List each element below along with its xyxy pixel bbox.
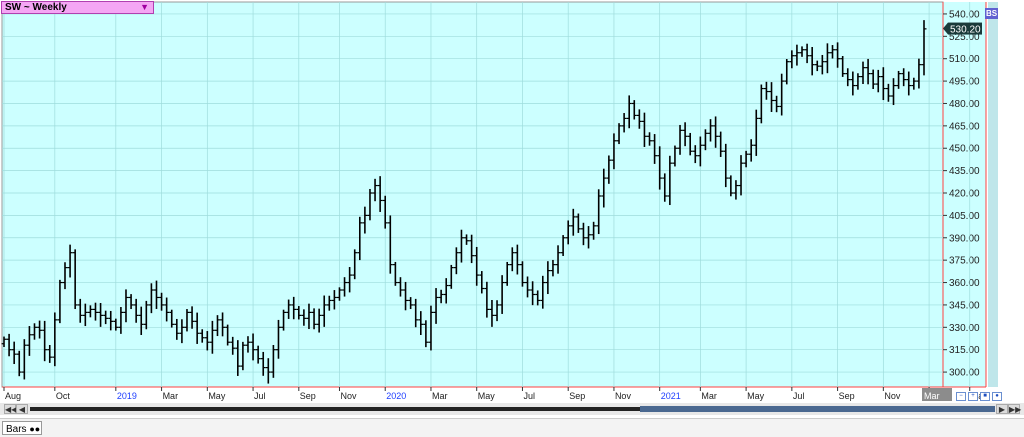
dropdown-arrow-icon[interactable]: ▼ [140, 2, 149, 13]
scroll-right-icon[interactable]: ▶ [996, 404, 1008, 414]
scroll-thumb[interactable] [640, 406, 995, 412]
x-tick-label: May [747, 391, 765, 401]
y-tick-label: 300.00 [949, 368, 980, 379]
scroll-first-icon[interactable]: ◀◀ [4, 404, 17, 414]
zoom-out-icon[interactable]: − [956, 392, 966, 401]
x-tick-label: Aug [5, 391, 21, 401]
x-tick-label: Jul [523, 391, 535, 401]
x-tick-label: May [478, 391, 496, 401]
x-tick-label: 2019 [117, 391, 137, 401]
y-tick-label: 465.00 [949, 121, 980, 132]
y-tick-label: 345.00 [949, 300, 980, 311]
chart-type-icon[interactable]: ■ [980, 392, 990, 401]
y-tick-label: 360.00 [949, 278, 980, 289]
y-tick-label: 450.00 [949, 144, 980, 155]
tab-bars[interactable]: Bars ●● [2, 421, 42, 435]
x-tick-label: Oct [56, 391, 71, 401]
x-tick-label: Sep [300, 391, 316, 401]
y-tick-label: 315.00 [949, 345, 980, 356]
y-tick-label: 480.00 [949, 99, 980, 110]
bars-tab-label: Bars [6, 424, 27, 435]
zoom-in-icon[interactable]: + [968, 392, 978, 401]
horizontal-scrollbar[interactable]: ◀◀ ◀ ▶ ▶▶ [0, 403, 1024, 415]
bars-tab-icon: ●● [29, 424, 41, 434]
y-tick-label: 495.00 [949, 77, 980, 88]
x-tick-label: Jul [254, 391, 266, 401]
status-bar: Bars ●● [0, 418, 1024, 437]
x-tick-label: Nov [884, 391, 901, 401]
x-tick-label: Mar [701, 391, 717, 401]
y-tick-label: 405.00 [949, 211, 980, 222]
plot-area [1, 1, 944, 388]
scroll-left-icon[interactable]: ◀ [16, 404, 28, 414]
x-tick-label: May [208, 391, 226, 401]
chart-window: 300.00 315.00 330.00 345.00 360.00 375.00 390.… [0, 0, 1024, 437]
y-tick-label: 420.00 [949, 189, 980, 200]
y-tick-label: 435.00 [949, 166, 980, 177]
x-tick-label: Sep [569, 391, 585, 401]
x-tick-label: Sep [839, 391, 855, 401]
x-tick-label: Nov [340, 391, 357, 401]
last-price-label: 530.20 [950, 25, 981, 36]
x-tick-label: Mar [432, 391, 448, 401]
y-tick-label: 330.00 [949, 323, 980, 334]
x-tick-label: 2021 [661, 391, 681, 401]
price-chart[interactable]: 300.00 315.00 330.00 345.00 360.00 375.00 390.… [0, 0, 1024, 403]
y-tick-label: 375.00 [949, 256, 980, 267]
settings-icon[interactable]: ● [992, 392, 1002, 401]
x-tick-label: Nov [615, 391, 632, 401]
x-tick-label: 2020 [386, 391, 406, 401]
x-tick-label: Mar [163, 391, 179, 401]
right-margin-strip [988, 2, 998, 387]
y-tick-label: 510.00 [949, 54, 980, 65]
current-period-label: Mar [924, 391, 940, 401]
y-tick-label: 390.00 [949, 233, 980, 244]
scroll-last-icon[interactable]: ▶▶ [1008, 404, 1021, 414]
x-tick-label: Jul [793, 391, 805, 401]
symbol-label: SW ~ Weekly [5, 2, 67, 13]
y-tick-label: 540.00 [949, 9, 980, 20]
bs-badge[interactable]: BS [985, 8, 998, 19]
symbol-selector[interactable]: SW ~ Weekly ▼ [1, 1, 154, 14]
